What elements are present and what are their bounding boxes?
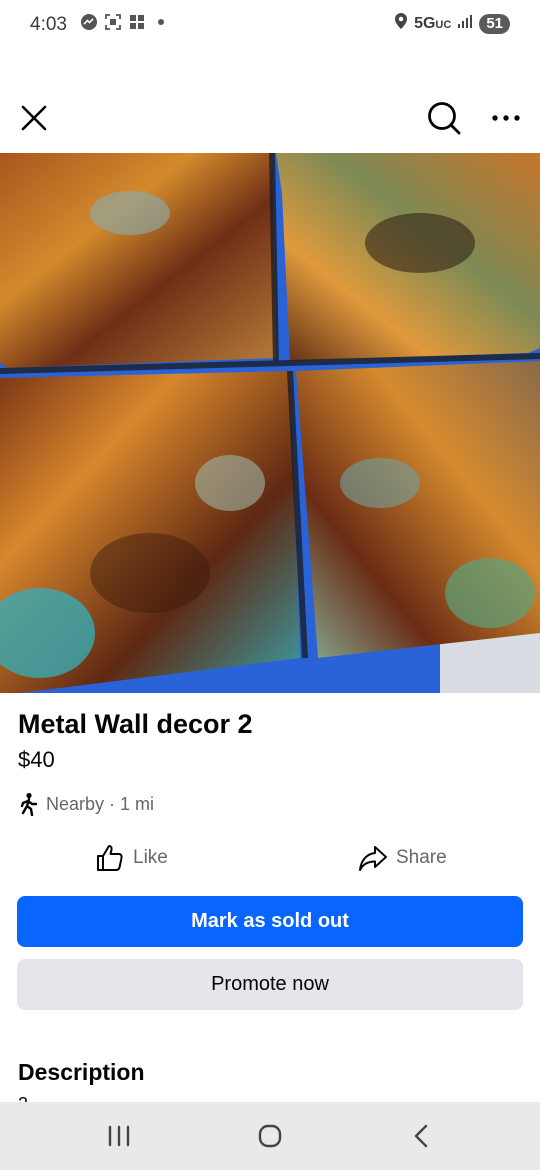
like-label: Like [133, 847, 168, 868]
status-time: 4:03 [30, 14, 67, 35]
network-type: 5G [414, 14, 436, 32]
close-button[interactable] [16, 100, 52, 136]
status-bar: 4:03 5GUC 51 [0, 0, 540, 52]
description-heading: Description [18, 1059, 145, 1085]
walking-icon [20, 792, 38, 816]
back-icon [414, 1124, 428, 1148]
close-icon [21, 105, 47, 131]
more-dots-icon [492, 115, 520, 121]
promote-now-button[interactable]: Promote now [17, 959, 523, 1010]
more-notifications-icon [152, 13, 170, 31]
recent-apps-icon [108, 1125, 130, 1147]
search-button[interactable] [424, 98, 464, 138]
signal-icon [457, 14, 473, 33]
location-text: Nearby · 1 mi [46, 793, 155, 814]
gallery-icon [128, 13, 146, 31]
messenger-icon [80, 13, 98, 31]
thumbs-up-icon [97, 845, 123, 871]
home-button[interactable] [248, 1116, 292, 1156]
home-icon [258, 1124, 282, 1148]
listing-location: Nearby · 1 mi [18, 792, 154, 816]
share-icon [359, 846, 387, 871]
mark-as-sold-button[interactable]: Mark as sold out [17, 896, 523, 947]
location-icon [394, 12, 408, 35]
recent-apps-button[interactable] [97, 1116, 141, 1156]
listing-title: Metal Wall decor 2 [18, 709, 253, 739]
like-button[interactable]: Like [95, 838, 168, 878]
share-button[interactable]: Share [358, 838, 447, 878]
listing-photo[interactable] [0, 153, 540, 693]
notification-icons [80, 13, 170, 31]
status-right: 5GUC 51 [394, 12, 510, 35]
network-suffix: UC [435, 18, 452, 31]
more-options-button[interactable] [488, 104, 524, 132]
system-nav-bar [0, 1102, 540, 1170]
share-label: Share [396, 847, 447, 868]
top-bar [0, 90, 540, 144]
screenshot-icon [104, 13, 122, 31]
listing-image [0, 153, 540, 693]
search-icon [428, 102, 461, 135]
listing-price: $40 [18, 747, 55, 772]
battery-indicator: 51 [479, 13, 510, 34]
back-button[interactable] [399, 1116, 443, 1156]
